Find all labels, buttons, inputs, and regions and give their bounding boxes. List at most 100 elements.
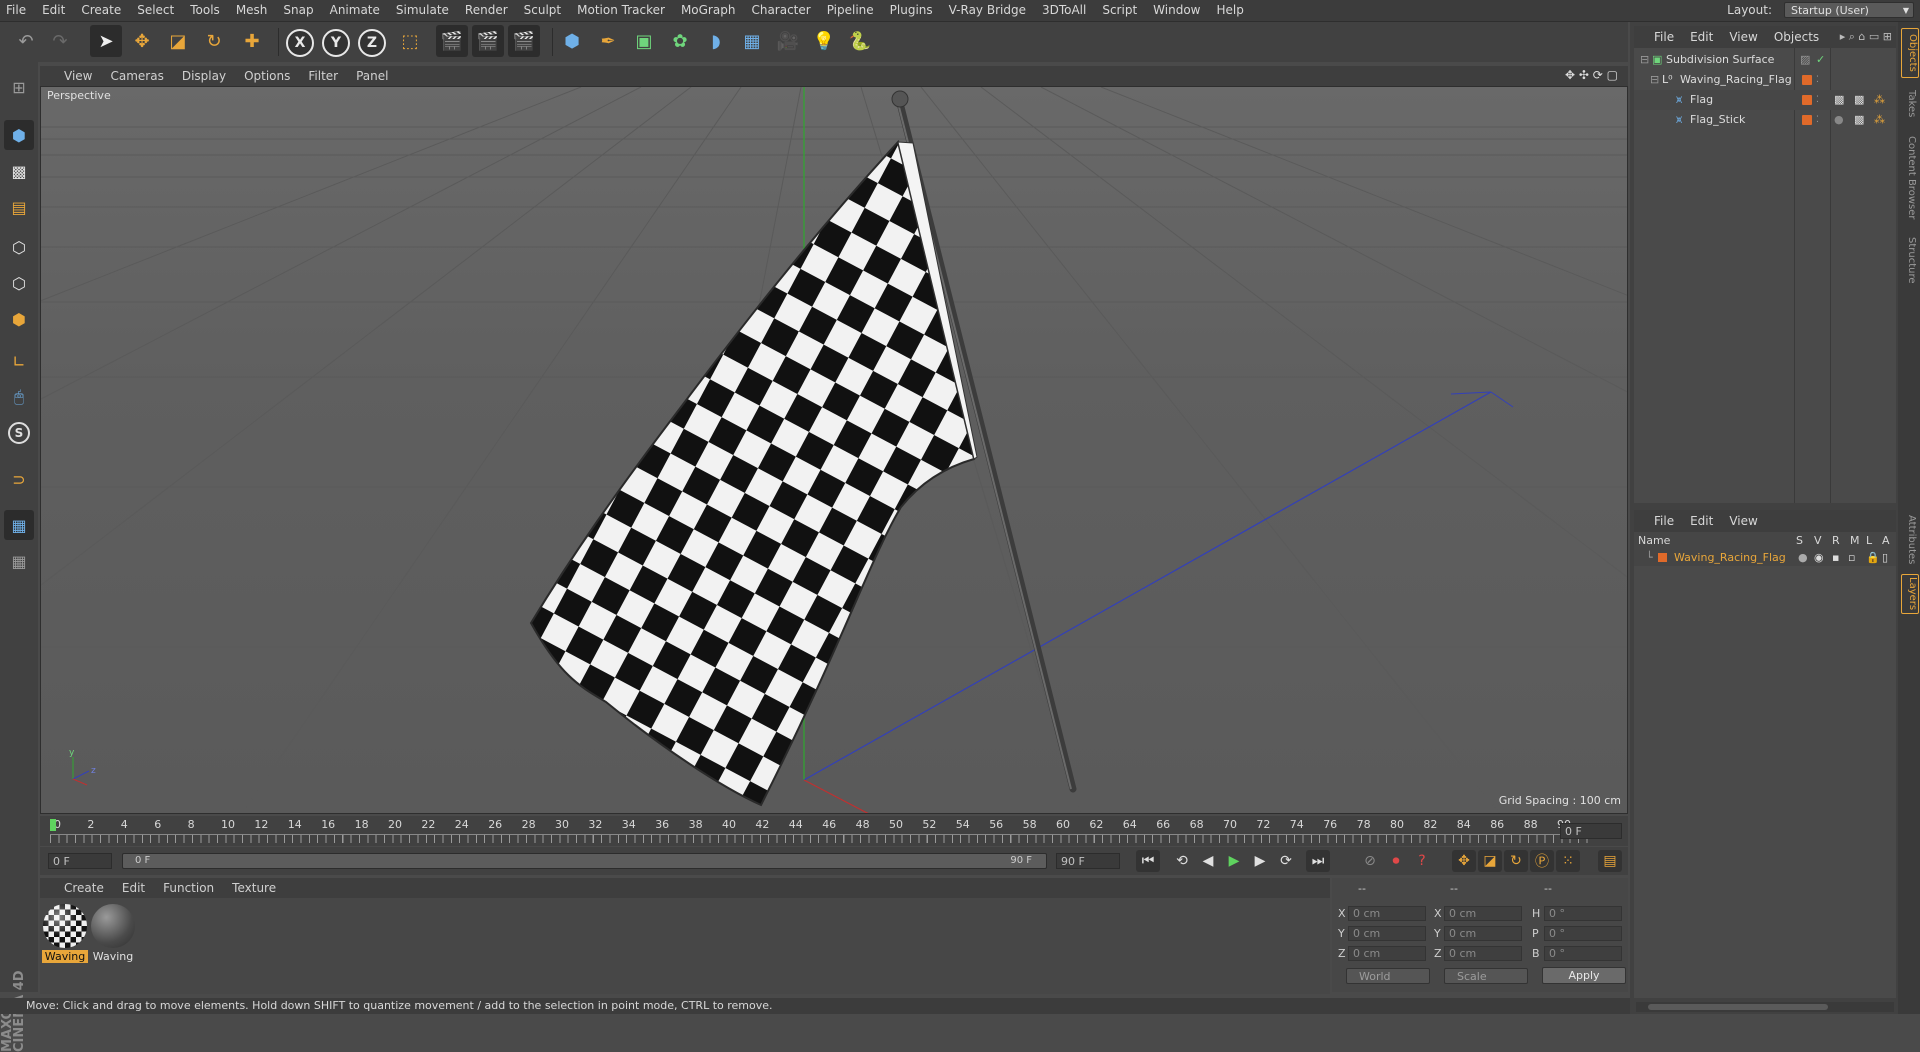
layer-color-tag[interactable] — [1802, 115, 1812, 125]
checker-material-tag-icon[interactable]: ▩ — [1854, 110, 1864, 130]
visibility-dots-icon[interactable]: ⁚ — [1816, 90, 1819, 110]
z-axis-lock-button[interactable]: Z — [358, 29, 386, 57]
size-y-field[interactable]: 0 cm — [1444, 926, 1522, 941]
size-z-field[interactable]: 0 cm — [1444, 946, 1522, 961]
lock-workplane-button[interactable]: ▦ — [4, 510, 34, 540]
keyframe-selection-button[interactable]: ? — [1410, 850, 1434, 872]
position-x-field[interactable]: 0 cm — [1348, 906, 1426, 921]
material-menu-edit[interactable]: Edit — [113, 878, 154, 898]
menu-mograph[interactable]: MoGraph — [673, 0, 744, 21]
viewport-menu-filter[interactable]: Filter — [299, 66, 347, 86]
menu-help[interactable]: Help — [1208, 0, 1251, 21]
3d-viewport[interactable]: y z Perspective Grid Spacing : 100 cm — [40, 86, 1628, 814]
frame-range-slider[interactable]: 0 F 90 F — [122, 853, 1047, 869]
viewport-menu-cameras[interactable]: Cameras — [101, 66, 172, 86]
viewport-menu-view[interactable]: View — [40, 66, 101, 86]
object-manager-tools-icon[interactable]: ▸ ⌕ ⌂ ▭ ⊞ — [1840, 26, 1892, 48]
render-view-button[interactable]: 🎬 — [436, 25, 468, 57]
checker-material-tag-icon[interactable]: ▩ — [1854, 90, 1864, 110]
manager-icon[interactable]: ▫ — [1848, 550, 1855, 566]
menu-pipeline[interactable]: Pipeline — [819, 0, 882, 21]
material-menu-texture[interactable]: Texture — [223, 878, 285, 898]
eye-icon[interactable]: ◉ — [1814, 550, 1824, 566]
tab-structure[interactable]: Structure — [1901, 232, 1917, 288]
menu-motion-tracker[interactable]: Motion Tracker — [569, 0, 673, 21]
visibility-icon[interactable]: ▨ — [1800, 50, 1810, 70]
menu-mesh[interactable]: Mesh — [228, 0, 276, 21]
menu-file[interactable]: File — [0, 0, 34, 21]
floor-button[interactable]: ▦ — [736, 25, 768, 57]
viewport-menu-options[interactable]: Options — [235, 66, 299, 86]
object-menu-edit[interactable]: Edit — [1682, 26, 1721, 48]
texture-tag-icon[interactable]: ⁂ — [1874, 90, 1885, 110]
cube-object-button[interactable]: ⬢ — [556, 25, 588, 57]
go-to-end-button[interactable]: ⏭ — [1306, 850, 1330, 872]
previous-key-button[interactable]: ⟲ — [1170, 850, 1194, 872]
y-axis-lock-button[interactable]: Y — [322, 29, 350, 57]
object-row-flag[interactable]: ⩙ Flag ⁚ ▩ ▩ ⁂ — [1634, 90, 1896, 110]
planar-workplane-button[interactable]: ▦ — [4, 546, 34, 576]
rotation-b-field[interactable]: 0 ° — [1544, 946, 1622, 961]
enabled-check-icon[interactable]: ✓ — [1816, 50, 1825, 70]
play-button[interactable]: ▶ — [1222, 850, 1246, 872]
undo-button[interactable]: ↶ — [10, 25, 42, 57]
layout-dropdown[interactable]: Startup (User) ▼ — [1784, 2, 1914, 18]
menu-3dtoall[interactable]: 3DToAll — [1034, 0, 1094, 21]
key-rotation-button[interactable]: ↻ — [1504, 850, 1528, 872]
key-parameter-button[interactable]: Ⓟ — [1530, 850, 1554, 872]
animation-icon[interactable]: ▯ — [1882, 550, 1888, 566]
object-menu-view[interactable]: View — [1721, 26, 1765, 48]
menu-sculpt[interactable]: Sculpt — [516, 0, 569, 21]
edges-mode-button[interactable]: ⬡ — [4, 268, 34, 298]
object-row-subdivision[interactable]: ⊟ ▣ Subdivision Surface ▨ ✓ — [1634, 50, 1896, 70]
tab-content-browser[interactable]: Content Browser — [1901, 130, 1917, 226]
material-swatch-checker[interactable]: Waving — [42, 904, 88, 963]
rotation-h-field[interactable]: 0 ° — [1544, 906, 1622, 921]
layer-col-l[interactable]: L — [1866, 532, 1872, 550]
key-pla-button[interactable]: ⁙ — [1556, 850, 1580, 872]
magnet-button[interactable]: ⊃ — [4, 464, 34, 494]
workplane-mode-button[interactable]: ▤ — [4, 192, 34, 222]
menu-window[interactable]: Window — [1145, 0, 1208, 21]
solo-icon[interactable]: ● — [1798, 550, 1808, 566]
layer-row[interactable]: └ Waving_Racing_Flag ● ◉ ▪ ▫ 🔒 ▯ — [1634, 550, 1896, 566]
redo-button[interactable]: ↷ — [44, 25, 76, 57]
cloner-button[interactable]: ✿ — [664, 25, 696, 57]
tab-layers[interactable]: Layers — [1901, 574, 1919, 614]
layer-col-v[interactable]: V — [1814, 532, 1822, 550]
next-frame-button[interactable]: ▶ — [1248, 850, 1272, 872]
rotation-p-field[interactable]: 0 ° — [1544, 926, 1622, 941]
menu-vray-bridge[interactable]: V-Ray Bridge — [941, 0, 1034, 21]
coordinate-system-button[interactable]: ⬚ — [394, 25, 426, 57]
layer-menu-edit[interactable]: Edit — [1682, 510, 1721, 532]
cloth-tag-icon[interactable]: ▩ — [1834, 90, 1844, 110]
layer-menu-view[interactable]: View — [1721, 510, 1765, 532]
menu-render[interactable]: Render — [457, 0, 516, 21]
lock-icon[interactable]: 🔒 — [1866, 550, 1880, 566]
autokey-button[interactable]: ⏺ — [1384, 850, 1408, 872]
previous-frame-button[interactable]: ◀ — [1196, 850, 1220, 872]
snap-button[interactable]: S — [4, 418, 34, 448]
light-button[interactable]: 💡 — [808, 25, 840, 57]
tweak-mode-button[interactable]: 🖱 — [4, 382, 34, 412]
viewport-menu-panel[interactable]: Panel — [347, 66, 397, 86]
menu-script[interactable]: Script — [1094, 0, 1145, 21]
expand-icon[interactable]: ⊟ — [1640, 50, 1649, 70]
object-row-flag-stick[interactable]: ⩙ Flag_Stick ⁚ ● ▩ ⁂ — [1634, 110, 1896, 130]
menu-tools[interactable]: Tools — [182, 0, 228, 21]
menu-edit[interactable]: Edit — [34, 0, 73, 21]
render-picture-viewer-button[interactable]: 🎬 — [472, 25, 504, 57]
menu-plugins[interactable]: Plugins — [882, 0, 941, 21]
key-position-button[interactable]: ✥ — [1452, 850, 1476, 872]
position-y-field[interactable]: 0 cm — [1348, 926, 1426, 941]
layer-color-tag[interactable] — [1802, 95, 1812, 105]
object-row-waving-racing-flag[interactable]: ⊟ L⁰ Waving_Racing_Flag ⁚ — [1634, 70, 1896, 90]
size-x-field[interactable]: 0 cm — [1444, 906, 1522, 921]
next-key-button[interactable]: ⟳ — [1274, 850, 1298, 872]
menu-snap[interactable]: Snap — [275, 0, 321, 21]
layer-color-tag[interactable] — [1802, 75, 1812, 85]
tab-takes[interactable]: Takes — [1901, 84, 1917, 124]
menu-animate[interactable]: Animate — [322, 0, 388, 21]
layer-col-a[interactable]: A — [1882, 532, 1890, 550]
object-menu-objects[interactable]: Objects — [1766, 26, 1827, 48]
